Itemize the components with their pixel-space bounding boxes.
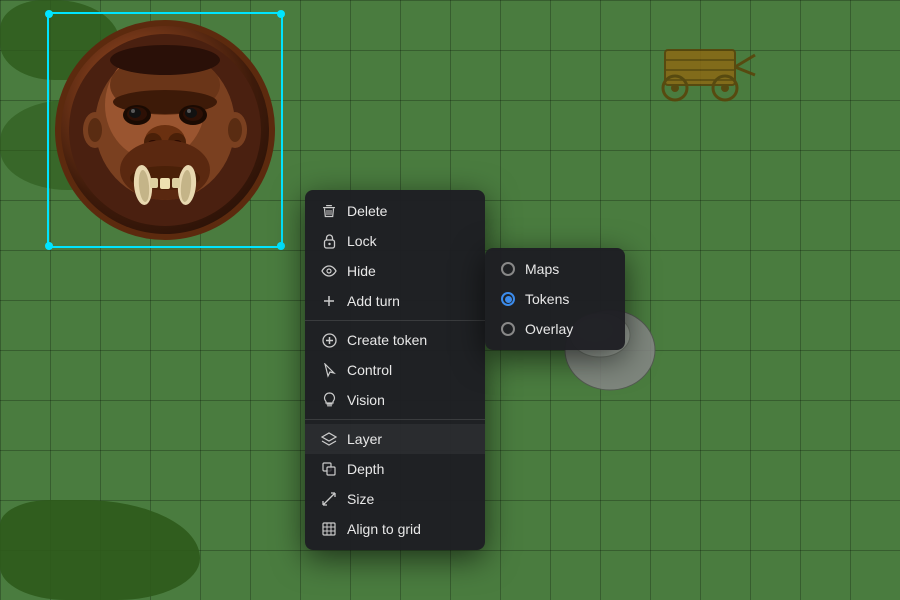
menu-item-layer[interactable]: Layer: [305, 424, 485, 454]
token-image[interactable]: [55, 20, 275, 240]
trash-icon: [321, 203, 337, 219]
menu-item-lock[interactable]: Lock: [305, 226, 485, 256]
circle-plus-icon: [321, 332, 337, 348]
menu-item-add-turn[interactable]: Add turn: [305, 286, 485, 316]
cursor-icon: [321, 362, 337, 378]
layers-icon: [321, 431, 337, 447]
menu-item-create-token[interactable]: Create token: [305, 325, 485, 355]
separator-2: [305, 419, 485, 420]
depth-icon: [321, 461, 337, 477]
menu-item-depth[interactable]: Depth: [305, 454, 485, 484]
radio-inner-tokens: [505, 296, 512, 303]
radio-tokens[interactable]: [501, 292, 515, 306]
menu-label-align-to-grid: Align to grid: [347, 521, 469, 537]
menu-label-delete: Delete: [347, 203, 469, 219]
grid-icon: [321, 521, 337, 537]
radio-inner-maps: [505, 266, 512, 273]
plus-icon: [321, 293, 337, 309]
submenu-label-tokens: Tokens: [525, 291, 569, 307]
submenu-label-maps: Maps: [525, 261, 559, 277]
radio-overlay[interactable]: [501, 322, 515, 336]
layer-submenu: Maps Tokens Overlay: [485, 248, 625, 350]
context-menu: Delete Lock Hide Add tu: [305, 190, 485, 550]
menu-label-control: Control: [347, 362, 469, 378]
menu-label-lock: Lock: [347, 233, 469, 249]
foliage-patch: [0, 500, 200, 600]
submenu-item-overlay[interactable]: Overlay: [485, 314, 625, 344]
eye-icon: [321, 263, 337, 279]
menu-label-layer: Layer: [347, 431, 469, 447]
submenu-item-tokens[interactable]: Tokens: [485, 284, 625, 314]
submenu-item-maps[interactable]: Maps: [485, 254, 625, 284]
menu-item-delete[interactable]: Delete: [305, 196, 485, 226]
menu-label-create-token: Create token: [347, 332, 469, 348]
menu-label-depth: Depth: [347, 461, 469, 477]
menu-item-hide[interactable]: Hide: [305, 256, 485, 286]
menu-label-vision: Vision: [347, 392, 469, 408]
radio-maps[interactable]: [501, 262, 515, 276]
menu-item-size[interactable]: Size: [305, 484, 485, 514]
menu-item-vision[interactable]: Vision: [305, 385, 485, 415]
lock-icon: [321, 233, 337, 249]
submenu-label-overlay: Overlay: [525, 321, 573, 337]
cart-decoration: [650, 30, 760, 110]
lightbulb-icon: [321, 392, 337, 408]
menu-label-size: Size: [347, 491, 469, 507]
menu-label-add-turn: Add turn: [347, 293, 469, 309]
menu-item-align-to-grid[interactable]: Align to grid: [305, 514, 485, 544]
token-container[interactable]: [55, 20, 275, 240]
menu-label-hide: Hide: [347, 263, 469, 279]
menu-item-control[interactable]: Control: [305, 355, 485, 385]
radio-inner-overlay: [505, 326, 512, 333]
separator-1: [305, 320, 485, 321]
resize-icon: [321, 491, 337, 507]
